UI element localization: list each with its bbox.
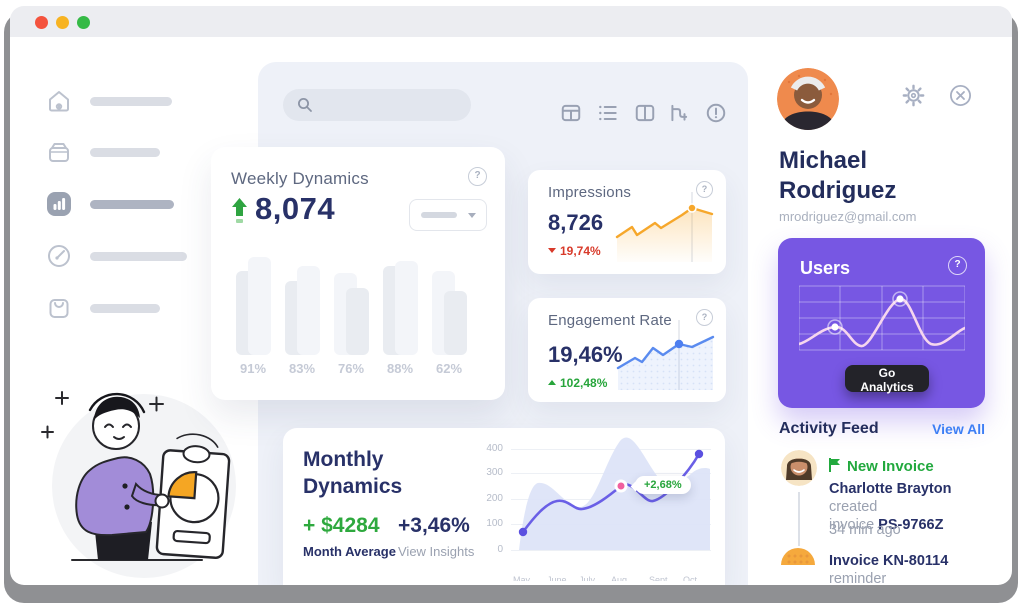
y-tick: 100 (475, 518, 503, 529)
app-window: Weekly Dynamics 8,074 91% 83% 76% 88% 62… (10, 6, 1012, 585)
traffic-light-close[interactable] (35, 16, 48, 29)
bar-label: 88% (383, 361, 417, 376)
month-average-label: Month Average (303, 544, 396, 559)
feed-badge: New Invoice (829, 458, 934, 476)
first-name: Michael (779, 146, 896, 176)
engagement-sparkline (614, 310, 718, 394)
columns-view-icon[interactable] (634, 102, 656, 124)
go-analytics-button[interactable]: Go Analytics (845, 365, 929, 392)
shopping-bag-icon (46, 295, 72, 321)
view-insights-link[interactable]: View Insights (398, 544, 474, 559)
card-title: Users (800, 258, 850, 279)
engagement-value: 19,46% (548, 342, 623, 368)
traffic-light-zoom[interactable] (77, 16, 90, 29)
monthly-percent: +3,46% (398, 514, 470, 538)
weekly-bar-chart (229, 255, 487, 355)
dropdown-value-placeholder (421, 212, 457, 218)
activity-feed-title: Activity Feed (779, 420, 879, 438)
gauge-icon (46, 243, 72, 269)
help-icon[interactable] (948, 256, 967, 275)
sidebar-label-placeholder (90, 304, 160, 313)
tooltip-value: +2,68% (644, 479, 682, 491)
bar-label: 91% (236, 361, 270, 376)
sidebar-label-placeholder (90, 200, 174, 209)
profile-name: Michael Rodriguez (779, 146, 896, 206)
table-view-icon[interactable] (560, 102, 582, 124)
y-tick: 300 (475, 467, 503, 478)
analytics-illustration (32, 374, 254, 582)
profile-email: mrodriguez@gmail.com (779, 209, 916, 224)
trend-up-arrow-icon (231, 198, 248, 226)
y-tick: 400 (475, 443, 503, 454)
flag-icon (829, 458, 841, 472)
y-tick: 200 (475, 493, 503, 504)
sidebar-label-placeholder (90, 148, 160, 157)
feed-item-text: Invoice KN-80114 reminder (829, 552, 1004, 585)
engagement-change: 102,48% (548, 374, 607, 392)
impressions-card: Impressions 8,726 19,74% (528, 170, 726, 274)
card-title: Weekly Dynamics (231, 169, 369, 189)
triangle-up-icon (548, 380, 556, 385)
flow-view-icon[interactable] (668, 102, 690, 124)
impressions-value: 8,726 (548, 210, 603, 236)
traffic-light-minimize[interactable] (56, 16, 69, 29)
alert-circle-icon[interactable] (705, 102, 727, 124)
users-card: Users Go Analytics (778, 238, 985, 408)
weekly-value: 8,074 (255, 191, 335, 227)
bar-label: 76% (334, 361, 368, 376)
engagement-rate-card: Engagement Rate 19,46% 102,48% (528, 298, 726, 402)
help-icon[interactable] (468, 167, 487, 186)
last-name: Rodriguez (779, 176, 896, 206)
sidebar-item-orders[interactable] (46, 295, 72, 323)
weekly-dynamics-card: Weekly Dynamics 8,074 91% 83% 76% 88% 62… (211, 147, 505, 400)
x-axis-labels: May June July Aug Sept Oct (511, 575, 711, 581)
list-view-icon[interactable] (597, 102, 619, 124)
profile-avatar[interactable] (777, 68, 839, 130)
sidebar-label-placeholder (90, 252, 187, 261)
impressions-change: 19,74% (548, 242, 601, 260)
search-input[interactable] (310, 89, 464, 123)
window-titlebar (10, 6, 1012, 37)
sidebar-item-performance[interactable] (46, 243, 72, 271)
triangle-down-icon (548, 248, 556, 253)
bar-chart-icon (46, 191, 72, 217)
monthly-dynamics-card: Monthly Dynamics + $4284 Month Average +… (283, 428, 725, 585)
card-title: Monthly Dynamics (303, 446, 473, 500)
activity-avatar-partial (781, 548, 815, 565)
feed-connector-line (798, 492, 800, 546)
activity-avatar (781, 450, 817, 486)
impressions-sparkline (614, 184, 718, 266)
archive-box-icon (46, 139, 72, 165)
period-dropdown[interactable] (409, 199, 487, 231)
settings-gear-icon[interactable] (902, 84, 925, 107)
close-icon[interactable] (949, 84, 972, 107)
chevron-down-icon (468, 213, 476, 218)
sidebar-item-home[interactable] (46, 88, 72, 116)
sidebar-label-placeholder (90, 97, 172, 106)
feed-item-time: 34 min ago (829, 521, 901, 539)
month-average-amount: + $4284 (303, 514, 380, 538)
y-tick: 0 (475, 544, 503, 555)
sidebar-item-archive[interactable] (46, 139, 72, 167)
users-wave-chart (799, 284, 965, 354)
home-icon (46, 88, 72, 114)
chart-tooltip: +2,68% (635, 476, 691, 494)
view-all-link[interactable]: View All (915, 421, 985, 437)
bar-label: 62% (432, 361, 466, 376)
bar-label: 83% (285, 361, 319, 376)
sidebar-item-analytics[interactable] (46, 191, 72, 219)
monthly-line-chart (508, 433, 718, 563)
